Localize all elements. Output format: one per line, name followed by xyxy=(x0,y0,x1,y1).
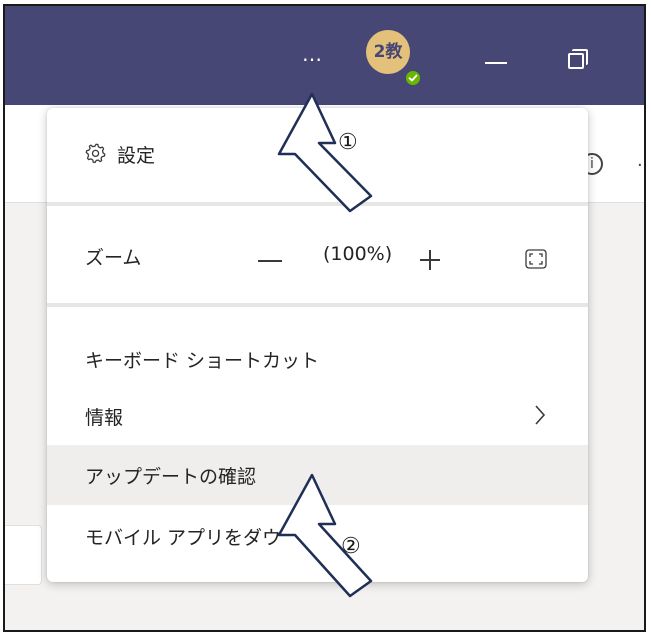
annotation-arrow-2 xyxy=(277,473,373,598)
app-window: … 2教 i · 設定 ズーム (100%) キーボード ショートカット 情報 … xyxy=(3,4,646,632)
annotation-step-2: ② xyxy=(341,534,361,559)
